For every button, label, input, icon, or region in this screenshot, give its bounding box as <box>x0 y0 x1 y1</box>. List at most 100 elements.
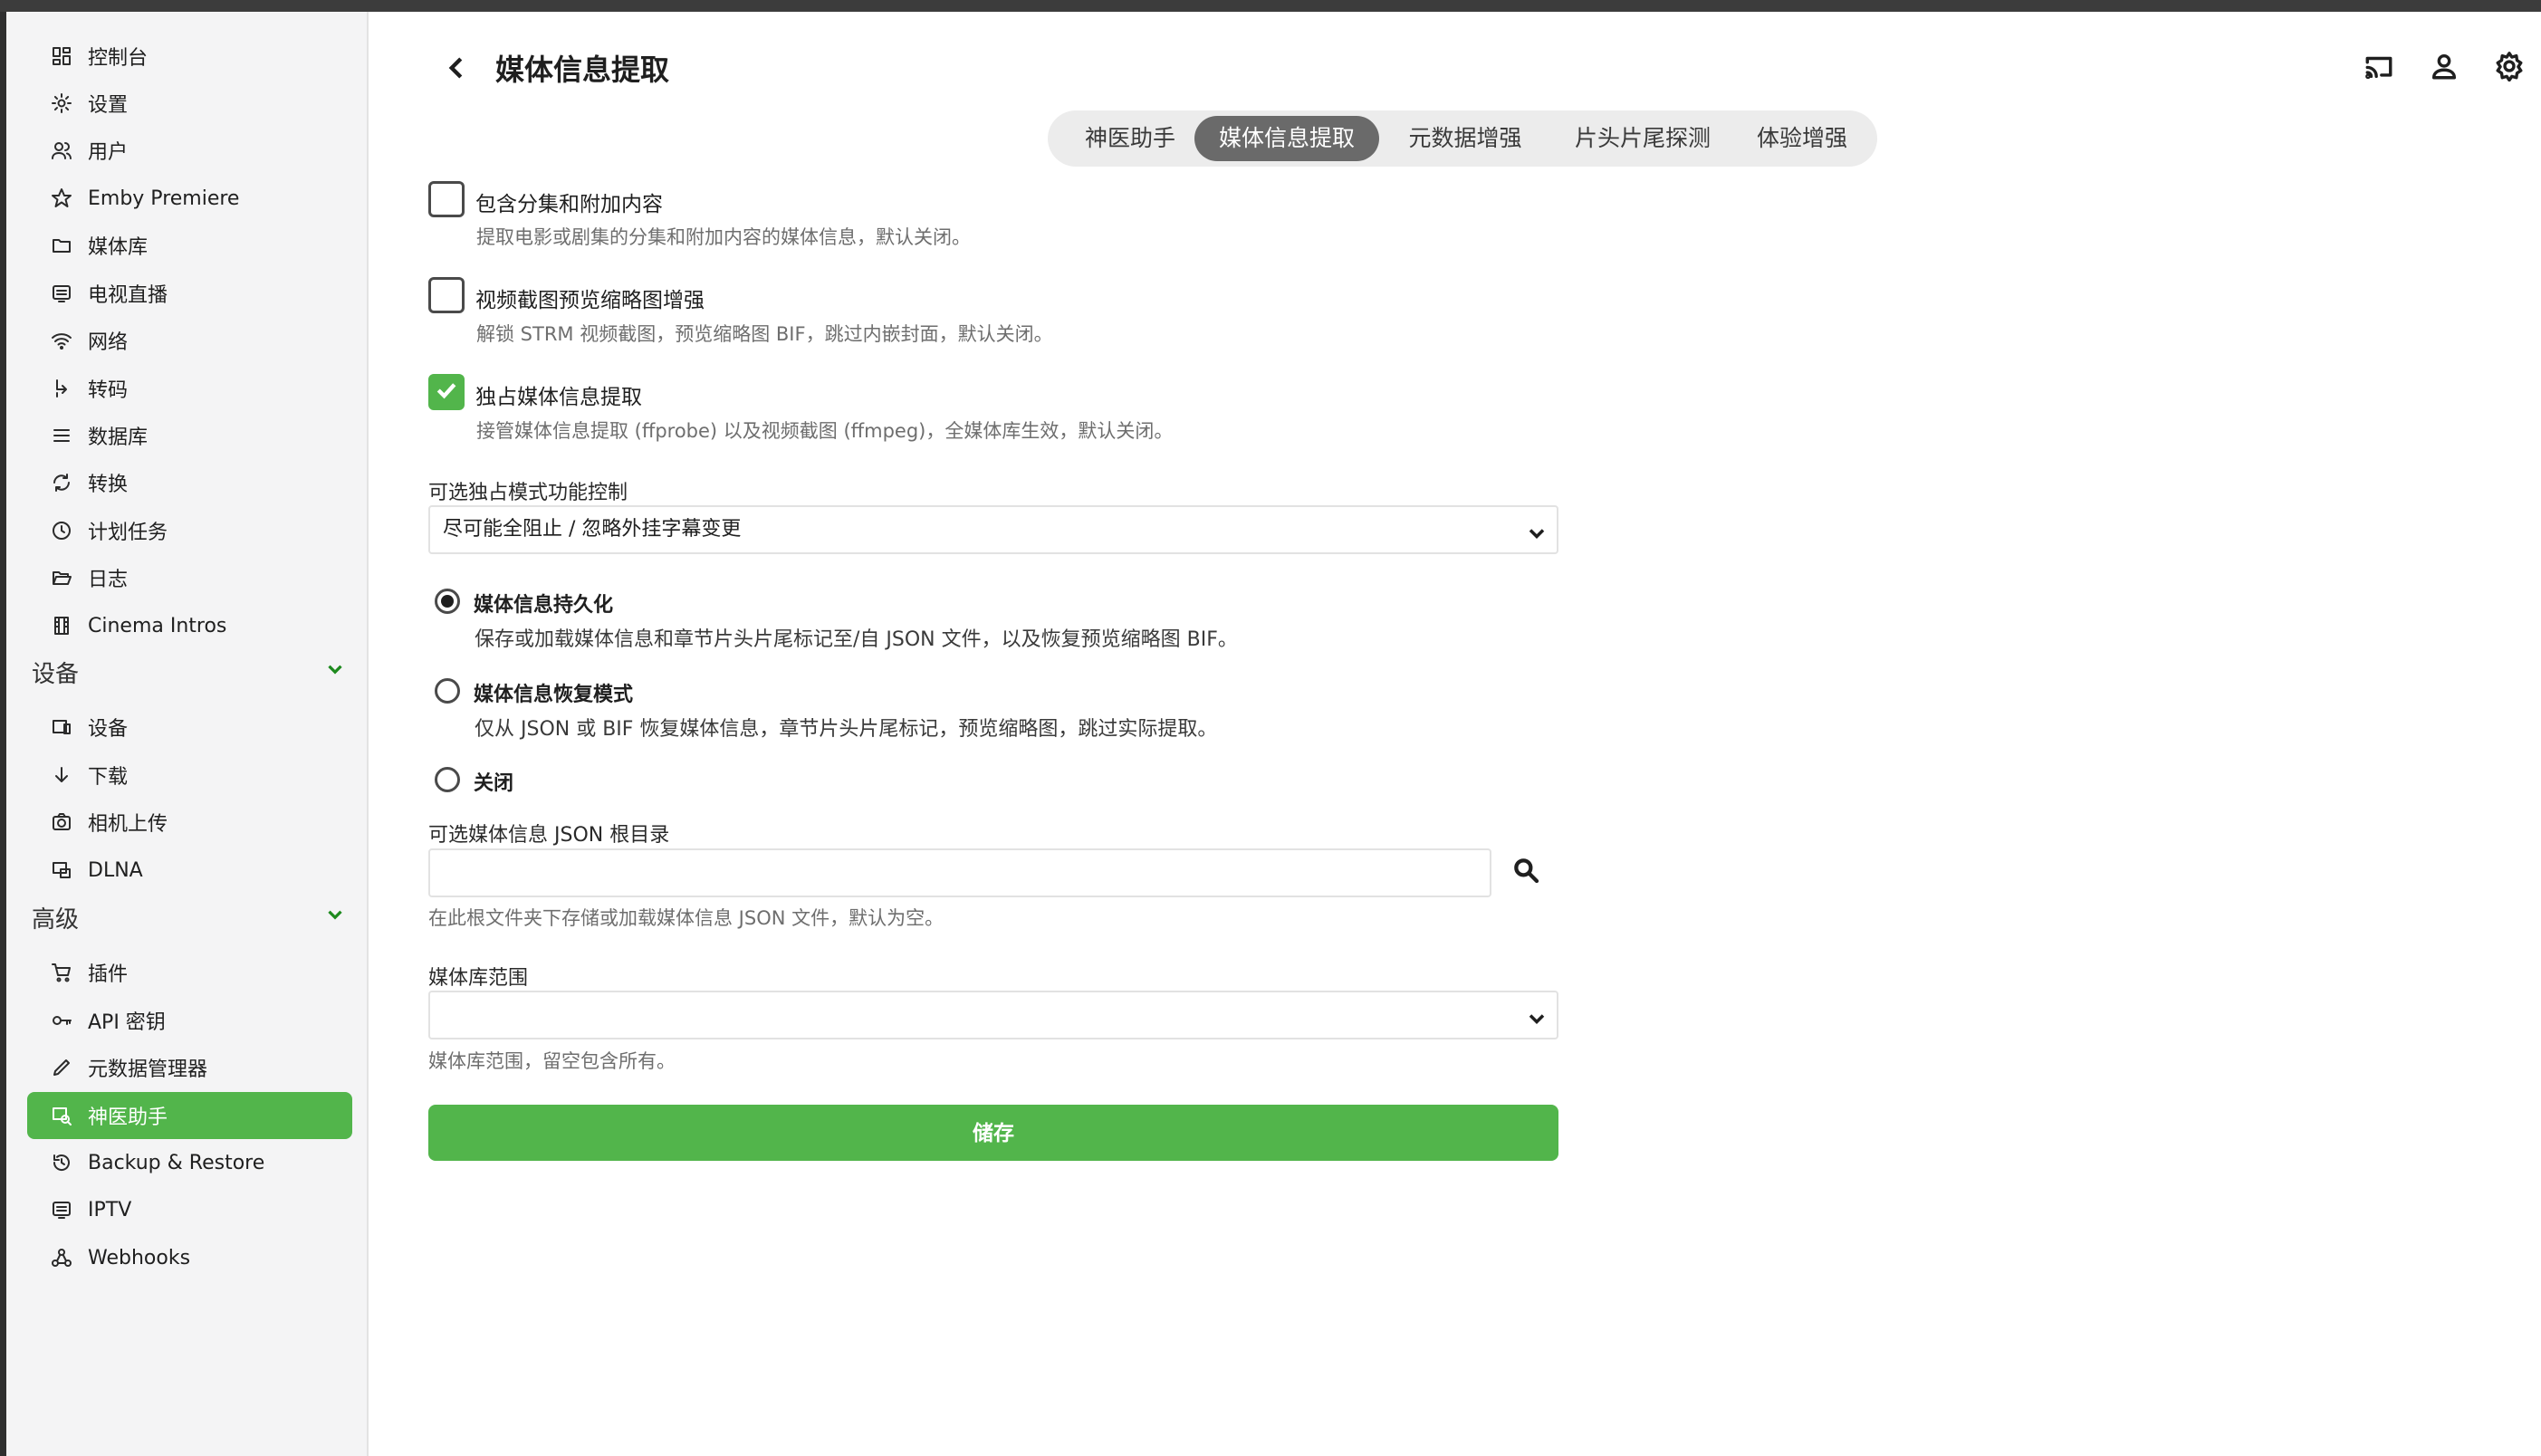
user-button[interactable] <box>2421 45 2467 91</box>
json-root-help: 在此根文件夹下存储或加载媒体信息 JSON 文件，默认为空。 <box>428 907 944 929</box>
sidebar-item-network[interactable]: 网络 <box>27 317 352 364</box>
sidebar-item-label: 计划任务 <box>88 522 168 544</box>
tab-helper[interactable]: 神医助手 <box>1057 116 1203 161</box>
sidebar-item-transcode[interactable]: 转码 <box>27 365 352 412</box>
star-icon <box>50 187 73 210</box>
sidebar-item-devices[interactable]: 设备 <box>27 704 352 751</box>
tab-experience[interactable]: 体验增强 <box>1734 116 1870 161</box>
tab-intro-detect[interactable]: 片头片尾探测 <box>1551 116 1734 161</box>
persistence-radio[interactable] <box>435 589 460 614</box>
sidebar-item-label: 网络 <box>88 331 129 354</box>
save-button[interactable]: 储存 <box>428 1105 1558 1161</box>
sidebar-item-label: Webhooks <box>88 1246 191 1269</box>
sidebar-item-dlna[interactable]: DLNA <box>27 847 352 894</box>
sidebar-item-library[interactable]: 媒体库 <box>27 222 352 269</box>
pencil-icon <box>50 1056 73 1079</box>
sidebar-item-label: 下载 <box>88 766 129 789</box>
window-top-bar <box>0 0 2541 12</box>
sidebar-item-metadata-manager[interactable]: 元数据管理器 <box>27 1044 352 1091</box>
sidebar-item-label: 数据库 <box>88 426 149 449</box>
gear-icon <box>50 91 73 115</box>
camera-icon <box>50 810 73 834</box>
tab-metadata[interactable]: 元数据增强 <box>1379 116 1551 161</box>
folder-open-icon <box>50 566 73 589</box>
off-label: 关闭 <box>474 772 514 795</box>
section-title: 高级 <box>32 905 80 934</box>
section-devices-header[interactable]: 设备 <box>32 654 352 690</box>
exclusive-extract-checkbox[interactable] <box>428 374 465 410</box>
back-button[interactable] <box>435 47 480 92</box>
sidebar-item-label: 神医助手 <box>88 1106 168 1129</box>
exclusive-mode-value: 尽可能全阻止 / 忽略外挂字幕变更 <box>443 518 742 541</box>
tab-media-info[interactable]: 媒体信息提取 <box>1194 116 1379 161</box>
cart-icon <box>50 961 73 984</box>
sidebar-item-convert[interactable]: 转换 <box>27 459 352 506</box>
sidebar-item-camera-upload[interactable]: 相机上传 <box>27 799 352 846</box>
sidebar-item-webhooks[interactable]: Webhooks <box>27 1234 352 1281</box>
restore-mode-label: 媒体信息恢复模式 <box>474 684 634 706</box>
off-radio[interactable] <box>435 767 460 792</box>
sidebar-item-iptv[interactable]: IPTV <box>27 1186 352 1233</box>
transcode-icon <box>50 377 73 400</box>
sidebar-item-live-tv[interactable]: 电视直播 <box>27 270 352 317</box>
sidebar-item-label: Cinema Intros <box>88 614 227 637</box>
cast-button[interactable] <box>2356 45 2402 91</box>
persistence-description: 保存或加载媒体信息和章节片头片尾标记至/自 JSON 文件，以及恢复预览缩略图 … <box>475 628 1238 651</box>
sidebar-item-helper[interactable]: 神医助手 <box>27 1092 352 1139</box>
sidebar-item-label: 转换 <box>88 474 129 496</box>
json-root-input[interactable] <box>428 848 1491 897</box>
sidebar-item-database[interactable]: 数据库 <box>27 412 352 459</box>
sidebar-item-label: API 密钥 <box>88 1011 166 1034</box>
sidebar-item-plugins[interactable]: 插件 <box>27 949 352 996</box>
library-scope-select[interactable] <box>428 991 1558 1039</box>
page-title: 媒体信息提取 <box>495 53 670 87</box>
iptv-icon <box>50 1198 73 1221</box>
user-icon <box>2429 51 2459 85</box>
restore-mode-radio[interactable] <box>435 678 460 704</box>
thumbnail-enhance-label: 视频截图预览缩略图增强 <box>475 289 705 312</box>
list-icon <box>50 424 73 447</box>
sidebar-item-api-keys[interactable]: API 密钥 <box>27 997 352 1044</box>
sidebar-item-label: 插件 <box>88 963 129 986</box>
sidebar-item-label: Backup & Restore <box>88 1151 265 1174</box>
include-episodes-description: 提取电影或剧集的分集和附加内容的媒体信息，默认关闭。 <box>476 226 971 248</box>
search-icon <box>1511 856 1540 888</box>
section-title: 设备 <box>32 660 80 688</box>
sidebar-item-label: 日志 <box>88 569 129 591</box>
chevron-down-icon <box>323 657 352 687</box>
clock-icon <box>50 519 73 542</box>
sidebar-item-users[interactable]: 用户 <box>27 127 352 174</box>
thumbnail-enhance-checkbox[interactable] <box>428 277 465 313</box>
sidebar-item-downloads[interactable]: 下载 <box>27 752 352 799</box>
sidebar-item-label: 转码 <box>88 379 129 402</box>
browse-folder-button[interactable] <box>1503 849 1549 895</box>
include-episodes-checkbox[interactable] <box>428 181 465 217</box>
sidebar-item-emby-premiere[interactable]: Emby Premiere <box>27 175 352 222</box>
dashboard-icon <box>50 44 73 68</box>
sidebar-item-settings[interactable]: 设置 <box>27 80 352 127</box>
sidebar-item-logs[interactable]: 日志 <box>27 554 352 601</box>
settings-button[interactable] <box>2487 45 2532 91</box>
sidebar: 控制台 设置 用户 Emby Premiere 媒体库 电视直播 网络 转码 数… <box>6 12 369 1456</box>
exclusive-mode-select[interactable]: 尽可能全阻止 / 忽略外挂字幕变更 <box>428 505 1558 554</box>
section-advanced-header[interactable]: 高级 <box>32 899 352 935</box>
thumbnail-enhance-description: 解锁 STRM 视频截图，预览缩略图 BIF，跳过内嵌封面，默认关闭。 <box>476 323 1053 345</box>
persistence-label: 媒体信息持久化 <box>474 594 614 617</box>
arrow-left-icon <box>444 54 471 85</box>
chevron-down-icon <box>1524 1003 1549 1029</box>
sidebar-item-scheduled-tasks[interactable]: 计划任务 <box>27 507 352 554</box>
exclusive-extract-label: 独占媒体信息提取 <box>475 386 642 409</box>
library-scope-help: 媒体库范围，留空包含所有。 <box>428 1050 676 1072</box>
exclusive-mode-label: 可选独占模式功能控制 <box>428 482 628 504</box>
sidebar-item-label: 电视直播 <box>88 284 168 307</box>
library-scope-label: 媒体库范围 <box>428 967 529 990</box>
sidebar-item-backup-restore[interactable]: Backup & Restore <box>27 1139 352 1186</box>
sidebar-item-cinema-intros[interactable]: Cinema Intros <box>27 602 352 649</box>
chevron-down-icon <box>323 903 352 933</box>
sidebar-item-label: 用户 <box>88 141 129 164</box>
sidebar-item-dashboard[interactable]: 控制台 <box>27 33 352 80</box>
dlna-icon <box>50 858 73 882</box>
json-root-label: 可选媒体信息 JSON 根目录 <box>428 824 670 847</box>
folder-icon <box>50 234 73 257</box>
key-icon <box>50 1009 73 1032</box>
